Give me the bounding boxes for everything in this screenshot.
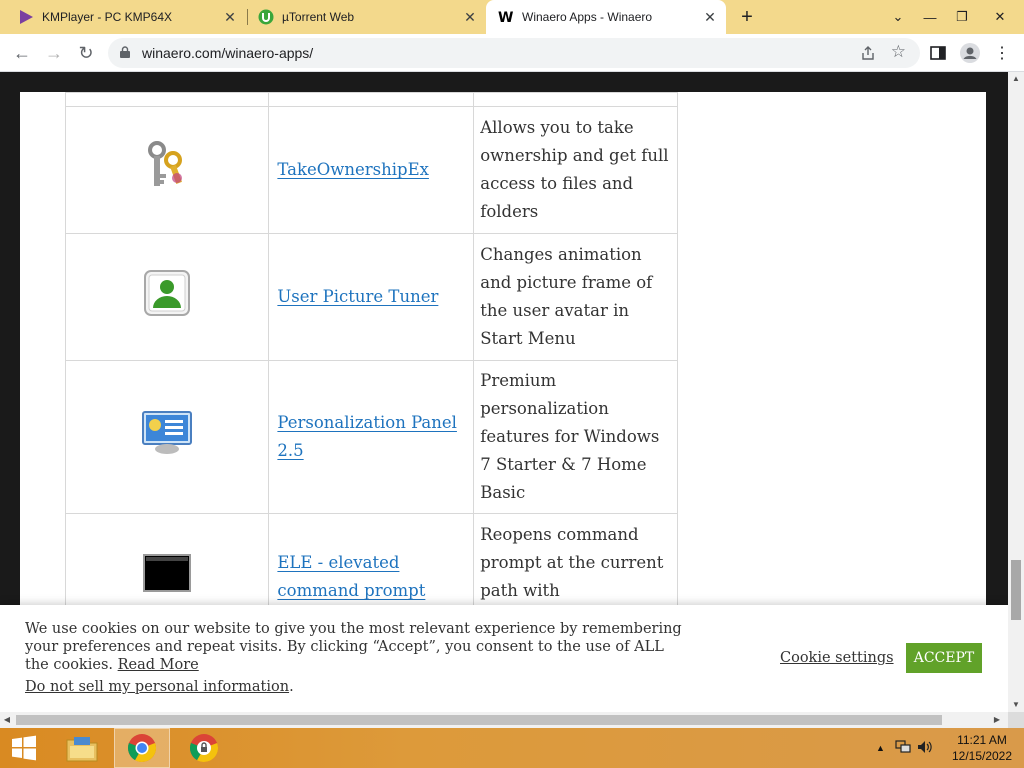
accept-cookies-button[interactable]: ACCEPT bbox=[906, 643, 982, 673]
close-tab-icon[interactable]: ✕ bbox=[220, 7, 240, 27]
share-icon[interactable] bbox=[860, 45, 876, 61]
app-link[interactable]: User Picture Tuner bbox=[277, 287, 438, 306]
chrome-vpn-icon bbox=[189, 734, 219, 762]
tab-strip: KMPlayer - PC KMP64X ✕ µTorrent Web ✕ W … bbox=[0, 0, 1024, 34]
scroll-up-icon[interactable]: ▲ bbox=[1008, 72, 1024, 86]
app-icon-cell bbox=[64, 360, 270, 514]
tab-title: µTorrent Web bbox=[282, 10, 355, 24]
do-not-sell-link[interactable]: Do not sell my personal information bbox=[25, 679, 289, 695]
command-prompt-icon bbox=[143, 553, 192, 592]
table-row bbox=[64, 92, 678, 107]
taskbar-clock[interactable]: 11:21 AM 12/15/2022 bbox=[944, 732, 1020, 764]
app-icon-cell bbox=[64, 106, 270, 234]
restore-icon[interactable]: ❐ bbox=[946, 0, 978, 34]
vertical-scroll-thumb[interactable] bbox=[1011, 560, 1021, 620]
personalization-panel-icon bbox=[142, 410, 193, 454]
clock-time: 11:21 AM bbox=[957, 733, 1007, 747]
cookie-message: We use cookies on our website to give yo… bbox=[25, 621, 682, 673]
kmplayer-icon bbox=[20, 10, 33, 24]
read-more-link[interactable]: Read More bbox=[118, 657, 199, 673]
user-avatar-icon bbox=[144, 269, 191, 316]
minimize-icon[interactable]: — bbox=[914, 0, 946, 34]
utorrent-icon bbox=[258, 9, 274, 25]
app-link[interactable]: TakeOwnershipEx bbox=[277, 160, 429, 179]
taskbar-chrome-incognito[interactable] bbox=[176, 728, 232, 768]
url-text[interactable]: winaero.com/winaero-apps/ bbox=[142, 45, 313, 61]
browser-toolbar: ← → ↻ winaero.com/winaero-apps/ ☆ ⋮ bbox=[0, 34, 1024, 72]
taskbar-chrome[interactable] bbox=[114, 728, 170, 768]
clock-date: 12/15/2022 bbox=[951, 749, 1013, 763]
network-icon[interactable] bbox=[895, 739, 911, 757]
do-not-sell-line: Do not sell my personal information. bbox=[25, 679, 294, 695]
tab-kmplayer[interactable]: KMPlayer - PC KMP64X ✕ bbox=[0, 0, 246, 34]
tab-winaero[interactable]: W Winaero Apps - Winaero ✕ bbox=[486, 0, 726, 34]
horizontal-scrollbar[interactable]: ◀ ▶ bbox=[0, 712, 1008, 728]
tab-title: Winaero Apps - Winaero bbox=[522, 10, 653, 24]
bookmark-star-icon[interactable]: ☆ bbox=[891, 42, 906, 62]
menu-kebab-icon[interactable]: ⋮ bbox=[992, 43, 1012, 63]
close-tab-icon[interactable]: ✕ bbox=[700, 7, 720, 27]
taskbar-file-explorer[interactable] bbox=[54, 728, 110, 768]
app-link[interactable]: Personalization Panel 2.5 bbox=[277, 413, 457, 460]
show-hidden-icons-icon[interactable]: ▲ bbox=[876, 743, 885, 753]
table-row: Personalization Panel 2.5 Premium person… bbox=[64, 360, 678, 514]
app-description: Changes animation and picture frame of t… bbox=[473, 233, 678, 361]
app-link[interactable]: ELE - elevated command prompt bbox=[277, 553, 425, 600]
tab-title: KMPlayer - PC KMP64X bbox=[42, 10, 173, 24]
folder-icon bbox=[66, 737, 98, 762]
forward-icon[interactable]: → bbox=[42, 42, 66, 64]
svg-text:W: W bbox=[498, 10, 513, 25]
lock-icon[interactable] bbox=[120, 46, 130, 58]
tab-utorrent[interactable]: µTorrent Web ✕ bbox=[240, 0, 486, 34]
windows-taskbar: ▲ 11:21 AM 12/15/2022 bbox=[0, 728, 1024, 768]
app-description: Premium personalization features for Win… bbox=[473, 360, 678, 514]
start-button[interactable] bbox=[0, 728, 48, 768]
profile-avatar-icon[interactable] bbox=[960, 43, 980, 63]
back-icon[interactable]: ← bbox=[10, 42, 34, 64]
cookie-banner: We use cookies on our website to give yo… bbox=[0, 605, 1008, 712]
close-tab-icon[interactable]: ✕ bbox=[460, 7, 480, 27]
scroll-down-icon[interactable]: ▼ bbox=[1008, 698, 1024, 712]
vertical-scrollbar[interactable]: ▲ ▼ bbox=[1008, 72, 1024, 712]
cookie-settings-link[interactable]: Cookie settings bbox=[780, 650, 894, 666]
side-panel-icon[interactable] bbox=[928, 43, 948, 63]
app-icon-cell bbox=[64, 233, 270, 361]
horizontal-scroll-thumb[interactable] bbox=[16, 715, 942, 725]
scrollbar-corner bbox=[1008, 712, 1024, 728]
reload-icon[interactable]: ↻ bbox=[74, 42, 98, 64]
winaero-apps-table: TakeOwnershipEx Allows you to take owner… bbox=[64, 92, 678, 641]
scroll-right-icon[interactable]: ▶ bbox=[990, 712, 1004, 728]
chrome-icon bbox=[127, 734, 157, 762]
table-row: TakeOwnershipEx Allows you to take owner… bbox=[64, 106, 678, 234]
keys-icon bbox=[148, 140, 183, 186]
system-tray: ▲ bbox=[876, 728, 933, 768]
table-row: User Picture Tuner Changes animation and… bbox=[64, 233, 678, 361]
winaero-icon: W bbox=[498, 9, 514, 25]
new-tab-button[interactable]: + bbox=[736, 6, 758, 28]
tab-search-icon[interactable]: ⌄ bbox=[882, 0, 914, 34]
close-window-icon[interactable]: ✕ bbox=[984, 0, 1016, 34]
app-description: Allows you to take ownership and get ful… bbox=[473, 106, 678, 234]
scroll-left-icon[interactable]: ◀ bbox=[0, 712, 14, 728]
windows-logo-icon bbox=[12, 735, 36, 761]
address-bar[interactable]: winaero.com/winaero-apps/ ☆ bbox=[108, 38, 920, 68]
volume-icon[interactable] bbox=[917, 740, 933, 757]
